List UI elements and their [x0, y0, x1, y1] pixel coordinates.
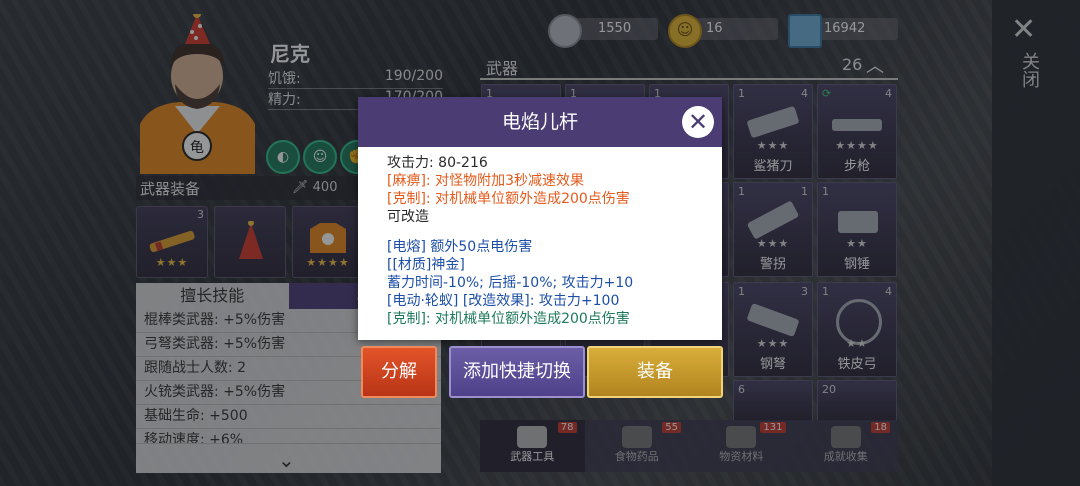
mod-line: [电动·轮蚁] [改造效果]: 攻击力+100	[387, 293, 620, 309]
mod-line: [[材质]神金]	[387, 257, 465, 273]
effect-line: [克制]: 对机械单位额外造成200点伤害	[387, 191, 630, 207]
quick-switch-button[interactable]: 添加快捷切换	[449, 346, 585, 398]
mod-line: 蓄力时间-10%; 后摇-10%; 攻击力+10	[387, 275, 634, 291]
modifiable-line: 可改造	[387, 209, 429, 225]
effect-line: [麻痹]: 对怪物附加3秒减速效果	[387, 173, 584, 189]
popup-description: 攻击力: 80-216 [麻痹]: 对怪物附加3秒减速效果 [克制]: 对机械单…	[387, 154, 717, 328]
item-detail-popup: 电焰儿杆 ✕ 攻击力: 80-216 [麻痹]: 对怪物附加3秒减速效果 [克制…	[358, 97, 722, 340]
popup-title: 电焰儿杆	[358, 97, 722, 147]
mod-line: [电熔] 额外50点电伤害	[387, 239, 533, 255]
decompose-button[interactable]: 分解	[361, 346, 437, 398]
equip-button[interactable]: 装备	[587, 346, 723, 398]
attack-line: 攻击力: 80-216	[387, 155, 488, 171]
popup-close-icon[interactable]: ✕	[682, 106, 714, 138]
counter-line: [克制]: 对机械单位额外造成200点伤害	[387, 311, 630, 327]
